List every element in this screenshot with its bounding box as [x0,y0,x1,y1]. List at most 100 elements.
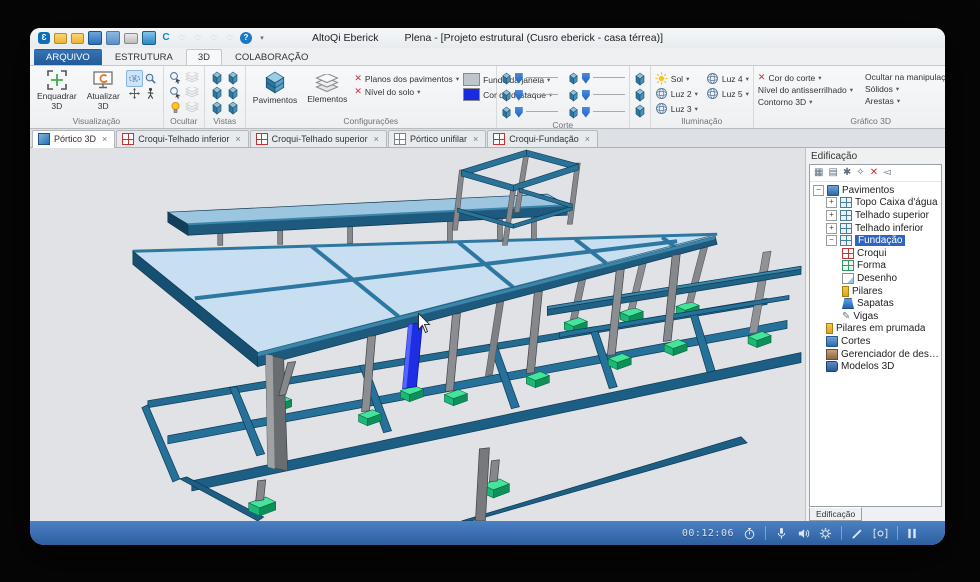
enquadrar-3d-button[interactable]: Enquadrar 3D [34,68,80,113]
doctab-croqui-telhado-superior[interactable]: Croqui-Telhado superior × [250,130,387,147]
dropdown-icon[interactable]: ▾ [456,75,459,83]
tab-arquivo[interactable]: ARQUIVO [34,49,102,65]
tree-item-modelos-3d[interactable]: Modelos 3D [812,360,941,373]
corte-slider-track[interactable] [526,74,558,78]
luz3-button[interactable]: Luz 3 ▾ [655,102,698,115]
microphone-icon[interactable] [775,527,788,540]
hide-element-icon[interactable] [169,71,182,84]
view-left-icon[interactable] [211,86,223,100]
sol-button[interactable]: Sol ▾ [655,72,698,85]
antisserrilhado-button[interactable]: Nível do antisserrilhado ▾ [758,85,853,95]
doctab-portico-3d[interactable]: Pórtico 3D × [32,130,115,148]
cor-do-corte-button[interactable]: ✕ Cor do corte ▾ [758,72,853,83]
expand-icon[interactable]: + [826,223,837,234]
luz5-button[interactable]: Luz 5 ▾ [706,87,749,100]
dropdown-icon[interactable]: ▾ [818,74,821,82]
undo-icon[interactable]: C [160,32,172,44]
settings-gear-icon[interactable] [819,527,832,540]
corte-slider-handle[interactable] [515,73,523,84]
corte-slider-track[interactable] [526,108,558,112]
tree-item-pilares-em-prumada[interactable]: Pilares em prumada [812,323,941,336]
doctab-croqui-fundacao[interactable]: Croqui-Fundação × [487,130,598,147]
help-icon[interactable]: ? [240,32,252,44]
tree-item-pilares[interactable]: Pilares [812,285,941,298]
doctab-croqui-telhado-inferior[interactable]: Croqui-Telhado inferior × [116,130,248,147]
corte-slider-handle[interactable] [515,107,523,118]
ocultar-manipulacao-button[interactable]: Ocultar na manipulação ▾ [865,72,945,82]
luz2-button[interactable]: Luz 2 ▾ [655,87,698,100]
planos-pavimentos-toggle[interactable]: ✕ Planos dos pavimentos ▾ [354,73,459,84]
dropdown-icon[interactable]: ▾ [850,86,853,94]
tab-estrutura[interactable]: ESTRUTURA [103,49,185,65]
corte-slider-handle[interactable] [582,90,590,101]
invert-cut-icon[interactable] [634,72,646,86]
save-all-icon[interactable] [106,31,120,45]
tree-item-cortes[interactable]: Cortes [812,335,941,348]
corte-slider-track[interactable] [593,108,625,112]
view-front-icon[interactable] [227,71,239,85]
luz4-button[interactable]: Luz 4 ▾ [706,72,749,85]
close-tab-icon[interactable]: × [374,134,379,144]
tree-item-sapatas[interactable]: Sapatas [812,297,941,310]
viewport-3d[interactable] [30,148,806,521]
walk-tool-icon[interactable] [144,87,157,100]
view-bottom-icon[interactable] [227,101,239,115]
close-tab-icon[interactable]: × [473,134,478,144]
zoom-tool-icon[interactable] [144,72,157,85]
doctab-portico-unifilar[interactable]: Pórtico unifilar × [388,130,486,147]
stopwatch-icon[interactable] [743,527,756,540]
print-icon[interactable] [124,33,138,44]
dropdown-icon[interactable]: ▾ [746,75,749,83]
dropdown-icon[interactable]: ▾ [417,88,420,96]
record-camera-icon[interactable] [873,527,888,540]
view-top-icon[interactable] [211,71,223,85]
hide-selection-icon[interactable] [169,86,182,99]
corte-slider-handle[interactable] [582,73,590,84]
tree-item-pavimentos[interactable]: − Pavimentos [812,184,941,197]
invert-cut-icon[interactable] [634,88,646,102]
tree-item-desenho[interactable]: Desenho [812,272,941,285]
tree-item-gerenciador-de-desenhos[interactable]: Gerenciador de desenhos [812,348,941,361]
collapse-icon[interactable]: − [826,235,837,246]
show-all-bulb-icon[interactable] [169,101,182,114]
expand-icon[interactable]: + [826,197,837,208]
elementos-button[interactable]: Elementos [304,68,350,106]
panel-tool-exit-icon[interactable]: ◅ [883,168,891,178]
tree-item-forma[interactable]: Forma [812,260,941,273]
arestas-button[interactable]: Arestas ▾ [865,96,945,106]
open-file-icon[interactable] [71,33,84,44]
panel-tool-settings-icon[interactable]: ✱ [843,168,851,178]
close-tab-icon[interactable]: × [102,134,107,144]
dropdown-icon[interactable]: ▾ [686,75,689,83]
tree-item-croqui[interactable]: Croqui [812,247,941,260]
corte-slider-handle[interactable] [515,90,523,101]
solidos-button[interactable]: Sólidos ▾ [865,84,945,94]
pause-icon[interactable] [907,527,917,540]
qat-dropdown-icon[interactable]: ▾ [256,32,268,44]
panel-bottom-tab-edificacao[interactable]: Edificação [809,507,862,521]
pavimentos-button[interactable]: Pavimentos [250,68,300,107]
panel-tool-building-icon[interactable]: ▦ [814,168,823,178]
atualizar-3d-button[interactable]: Atualizar 3D [84,68,123,113]
pan-tool-icon[interactable] [128,87,141,100]
document-icon[interactable] [142,31,156,45]
dropdown-icon[interactable]: ▾ [896,85,899,93]
view-right-icon[interactable] [227,86,239,100]
corte-slider-track[interactable] [593,74,625,78]
tab-3d[interactable]: 3D [186,49,222,65]
dropdown-icon[interactable]: ▾ [746,90,749,98]
dropdown-icon[interactable]: ▾ [897,97,900,105]
view-iso-icon[interactable] [211,101,223,115]
tree-item-fundacao[interactable]: − Fundação [812,234,941,247]
expand-icon[interactable]: + [826,210,837,221]
tree-item-telhado-superior[interactable]: + Telhado superior [812,209,941,222]
tree-item-vigas[interactable]: ✎ Vigas [812,310,941,323]
corte-slider-handle[interactable] [582,107,590,118]
contorno-3d-button[interactable]: Contorno 3D ▾ [758,97,853,107]
dropdown-icon[interactable]: ▾ [695,105,698,113]
close-tab-icon[interactable]: × [235,134,240,144]
panel-tool-delete-icon[interactable]: ✕ [870,168,878,178]
nivel-solo-toggle[interactable]: ✕ Nível do solo ▾ [354,86,459,97]
panel-tool-levels-icon[interactable]: ▤ [828,168,837,178]
collapse-icon[interactable]: − [813,185,824,196]
